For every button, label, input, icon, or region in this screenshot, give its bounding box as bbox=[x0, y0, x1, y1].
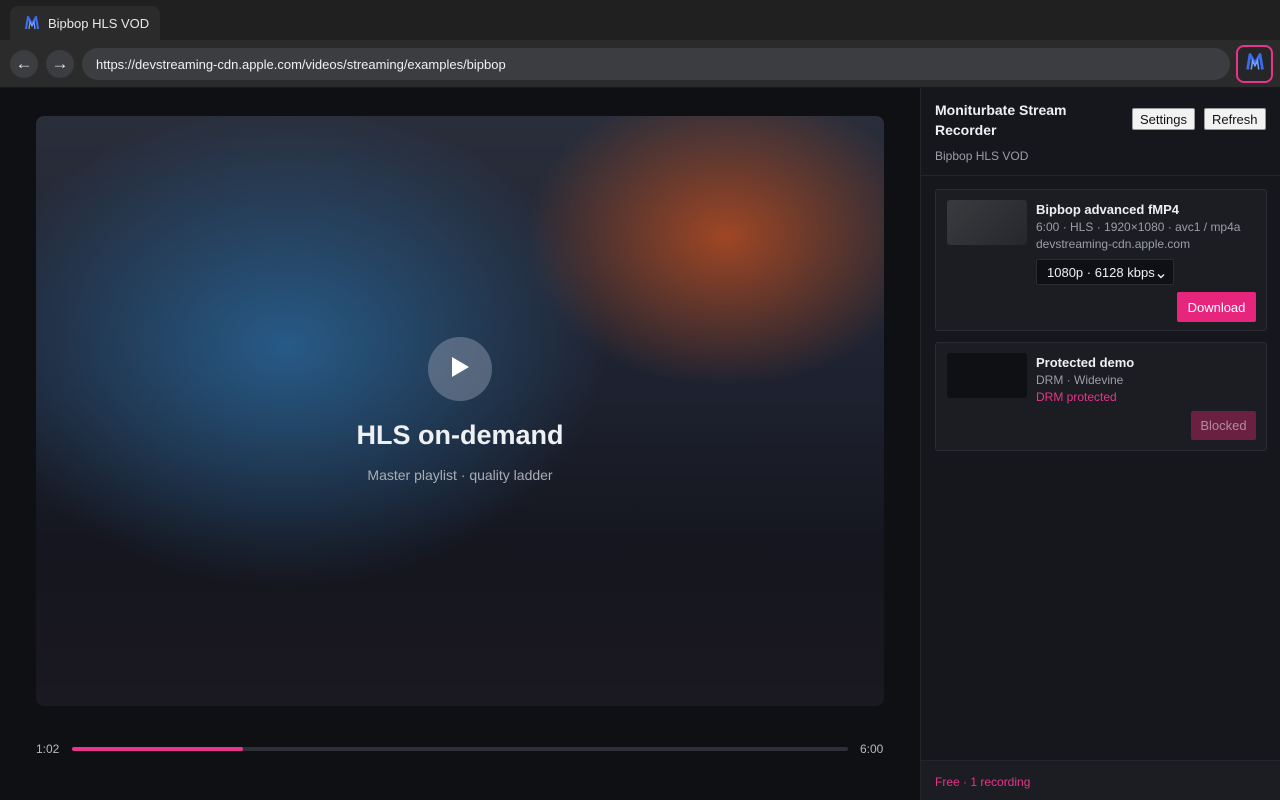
page-content: HLS on-demand Master playlist · quality … bbox=[0, 88, 920, 800]
play-icon bbox=[449, 355, 471, 384]
video-title: HLS on-demand bbox=[356, 420, 564, 450]
stream-thumbnail bbox=[947, 353, 1027, 398]
quality-select[interactable]: 1080p · 6128 kbps bbox=[1036, 259, 1174, 285]
stream-meta: DRM · Widevine bbox=[1036, 373, 1124, 387]
seek-bar[interactable] bbox=[72, 747, 848, 751]
current-time: 1:02 bbox=[36, 742, 60, 756]
monitor-m-logo-icon bbox=[24, 15, 40, 31]
stream-host: devstreaming-cdn.apple.com bbox=[1036, 237, 1191, 251]
forward-button[interactable]: → bbox=[46, 50, 74, 78]
browser-toolbar: ← → https://devstreaming-cdn.apple.com/v… bbox=[0, 40, 1280, 88]
stream-title: Protected demo bbox=[1036, 355, 1135, 370]
panel-footer: Free · 1 recording bbox=[921, 760, 1280, 800]
back-button[interactable]: ← bbox=[10, 50, 38, 78]
duration: 6:00 bbox=[860, 742, 884, 756]
recorder-panel: Moniturbate Stream Recorder Bipbop HLS V… bbox=[920, 88, 1280, 800]
panel-title: Moniturbate Stream Recorder bbox=[935, 102, 1067, 138]
quality-select-value: 1080p · 6128 kbps bbox=[1047, 264, 1155, 280]
settings-button[interactable]: Settings bbox=[1132, 108, 1195, 130]
blocked-button: Blocked bbox=[1191, 411, 1256, 440]
refresh-button[interactable]: Refresh bbox=[1204, 108, 1266, 130]
panel-header: Moniturbate Stream Recorder Bipbop HLS V… bbox=[921, 88, 1280, 176]
back-arrow-icon: ← bbox=[15, 54, 33, 73]
drm-status: DRM protected bbox=[1036, 390, 1117, 404]
video-subtitle: Master playlist · quality ladder bbox=[367, 467, 553, 483]
stream-card: Bipbop advanced fMP4 6:00 · HLS · 1920×1… bbox=[935, 189, 1267, 331]
plan-status: Free · 1 recording bbox=[935, 775, 1031, 789]
play-button[interactable] bbox=[428, 337, 492, 401]
stream-title: Bipbop advanced fMP4 bbox=[1036, 202, 1180, 217]
download-button[interactable]: Download bbox=[1177, 292, 1256, 322]
chevron-down-icon bbox=[1157, 268, 1165, 279]
monitor-m-logo-icon bbox=[1245, 52, 1265, 77]
tab-title: Bipbop HLS VOD bbox=[48, 15, 150, 31]
seek-bar-fill bbox=[72, 747, 243, 751]
stream-card: Protected demo DRM · Widevine DRM protec… bbox=[935, 342, 1267, 451]
panel-page-name: Bipbop HLS VOD bbox=[935, 149, 1029, 163]
url-text: https://devstreaming-cdn.apple.com/video… bbox=[96, 56, 506, 72]
video-player[interactable]: HLS on-demand Master playlist · quality … bbox=[36, 116, 884, 706]
stream-meta: 6:00 · HLS · 1920×1080 · avc1 / mp4a bbox=[1036, 220, 1241, 234]
address-bar[interactable]: https://devstreaming-cdn.apple.com/video… bbox=[82, 48, 1230, 80]
forward-arrow-icon: → bbox=[51, 54, 69, 73]
stream-thumbnail bbox=[947, 200, 1027, 245]
tab-strip: Bipbop HLS VOD bbox=[0, 0, 1280, 40]
browser-tab[interactable]: Bipbop HLS VOD bbox=[10, 6, 160, 40]
extension-button[interactable] bbox=[1236, 45, 1273, 83]
